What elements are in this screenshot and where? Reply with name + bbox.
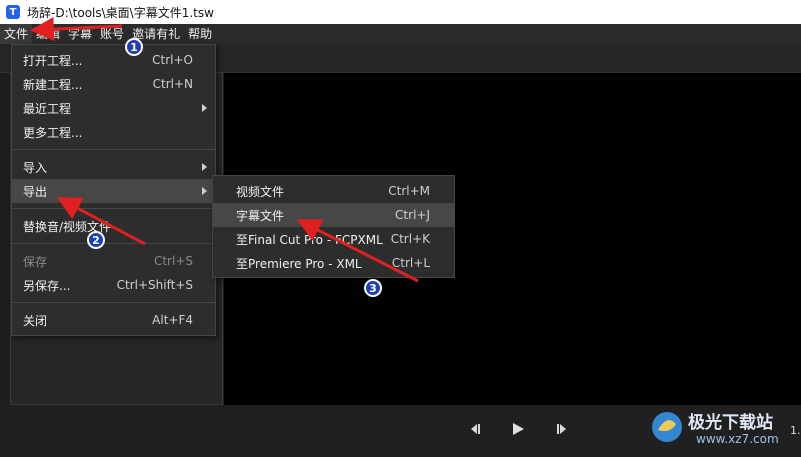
menu-item-label: 新建工程... — [23, 77, 83, 92]
menu-item-close[interactable]: 关闭 Alt+F4 — [12, 308, 215, 332]
export-submenu: 视频文件 Ctrl+M 字幕文件 Ctrl+J 至Final Cut Pro -… — [212, 175, 455, 278]
menu-item-label: 最近工程 — [23, 101, 72, 116]
menu-item-import[interactable]: 导入 — [12, 155, 215, 179]
menu-item-shortcut: Ctrl+M — [388, 184, 430, 198]
play-icon — [513, 423, 524, 435]
menu-item-label: 关闭 — [23, 313, 48, 328]
menu-item-shortcut: Ctrl+K — [390, 232, 430, 246]
menu-separator — [12, 149, 215, 150]
menu-item-shortcut: Ctrl+S — [153, 254, 193, 268]
menu-item-label: 打开工程... — [23, 53, 83, 68]
title-bar: T 场辞-D:\tools\桌面\字幕文件1.tsw — [0, 0, 801, 24]
menu-item-save[interactable]: 保存 Ctrl+S — [12, 249, 215, 273]
step-back-icon — [471, 424, 480, 434]
menu-bar: 文件 编辑 字幕 账号 邀请有礼 帮助 — [0, 24, 801, 44]
menu-item-label: 更多工程... — [23, 125, 83, 140]
menu-edit[interactable]: 编辑 — [32, 24, 64, 44]
menu-item-shortcut: Ctrl+N — [152, 77, 193, 91]
menu-item-shortcut: Ctrl+Shift+S — [116, 278, 193, 292]
menu-item-shortcut: Alt+F4 — [152, 313, 193, 327]
menu-separator — [12, 302, 215, 303]
watermark-logo-icon — [652, 412, 682, 442]
menu-item-label: 另保存... — [23, 278, 71, 293]
submenu-item-subtitle-file[interactable]: 字幕文件 Ctrl+J — [213, 203, 454, 227]
menu-subtitle[interactable]: 字幕 — [64, 24, 96, 44]
menu-item-export[interactable]: 导出 — [12, 179, 215, 203]
menu-item-save-as[interactable]: 另保存... Ctrl+Shift+S — [12, 273, 215, 297]
submenu-item-premiere-xml[interactable]: 至Premiere Pro - XML Ctrl+L — [213, 251, 454, 275]
next-frame-button[interactable] — [551, 418, 573, 440]
menu-item-label: 字幕文件 — [236, 208, 285, 223]
submenu-arrow-icon — [202, 163, 207, 171]
menu-item-shortcut: Ctrl+J — [395, 208, 430, 222]
menu-item-open-project[interactable]: 打开工程... Ctrl+O — [12, 48, 215, 72]
menu-file[interactable]: 文件 — [0, 24, 33, 44]
file-menu-dropdown: 打开工程... Ctrl+O 新建工程... Ctrl+N 最近工程 更多工程.… — [11, 44, 216, 336]
submenu-arrow-icon — [202, 187, 207, 195]
watermark-url: www.xz7.com — [696, 432, 779, 446]
watermark-brand: 极光下载站 — [688, 413, 773, 433]
menu-item-label: 至Premiere Pro - XML — [236, 256, 362, 271]
menu-help[interactable]: 帮助 — [184, 24, 216, 44]
submenu-arrow-icon — [202, 104, 207, 112]
menu-item-more-projects[interactable]: 更多工程... — [12, 120, 215, 144]
window-title: 场辞-D:\tools\桌面\字幕文件1.tsw — [27, 5, 214, 20]
step-badge-3: 3 — [364, 279, 382, 297]
watermark: 极光下载站 www.xz7.com — [650, 404, 800, 454]
prev-frame-button[interactable] — [464, 418, 486, 440]
menu-separator — [12, 243, 215, 244]
menu-account[interactable]: 账号 — [96, 24, 128, 44]
menu-item-replace-media[interactable]: 替换音/视频文件 — [12, 214, 215, 238]
menu-item-label: 导出 — [23, 184, 48, 199]
menu-separator — [12, 208, 215, 209]
submenu-item-video-file[interactable]: 视频文件 Ctrl+M — [213, 179, 454, 203]
step-badge-1: 1 — [125, 38, 143, 56]
menu-item-shortcut: Ctrl+L — [391, 256, 430, 270]
submenu-item-fcpxml[interactable]: 至Final Cut Pro - FCPXML Ctrl+K — [213, 227, 454, 251]
menu-item-label: 保存 — [23, 254, 48, 269]
play-button[interactable] — [507, 418, 529, 440]
step-badge-2: 2 — [87, 231, 105, 249]
menu-item-label: 视频文件 — [236, 184, 285, 199]
step-forward-icon — [557, 424, 566, 434]
menu-item-label: 至Final Cut Pro - FCPXML — [236, 232, 383, 247]
menu-item-shortcut: Ctrl+O — [152, 53, 193, 67]
menu-item-new-project[interactable]: 新建工程... Ctrl+N — [12, 72, 215, 96]
menu-item-label: 导入 — [23, 160, 48, 175]
menu-item-recent-projects[interactable]: 最近工程 — [12, 96, 215, 120]
app-icon: T — [6, 5, 20, 19]
